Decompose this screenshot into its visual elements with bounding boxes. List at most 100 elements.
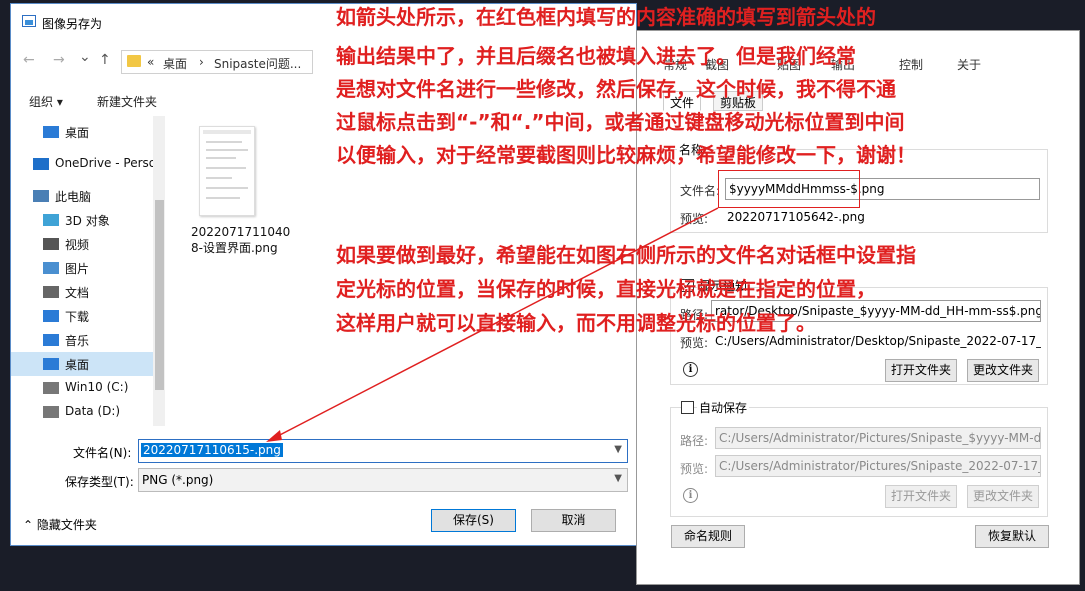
sidebar-item[interactable]: Data (D:) [11,400,153,424]
folder-icon [127,55,141,67]
filename-row: 文件名(N): 20220717110615-.png ▼ [11,438,636,464]
new-folder-button[interactable]: 新建文件夹 [97,93,157,110]
info-icon: i [683,488,698,503]
sidebar-item[interactable]: 音乐 [11,328,153,352]
3d-objects-icon [43,214,59,226]
sidebar-item-label: 图片 [65,262,90,276]
image-app-icon [22,15,36,27]
sidebar-item[interactable]: 图片 [11,256,153,280]
tab-about[interactable]: 关于 [957,56,981,73]
pictures-icon [43,262,59,274]
auto-save-path-input: C:/Users/Administrator/Pictures/Snipaste… [715,427,1041,449]
auto-save-group: 自动保存 路径: C:/Users/Administrator/Pictures… [670,399,1048,517]
annotation-line-1: 如箭头处所示，在红色框内填写的内容准确的填写到箭头处的 [336,5,876,29]
tab-control[interactable]: 控制 [899,56,923,73]
annotation-line-8: 这样用户就可以直接输入，而不用调整光标的位置了。 [336,311,816,335]
onedrive-icon [33,158,49,170]
sidebar-item[interactable]: OneDrive - Perso [11,152,157,176]
chevron-down-icon[interactable]: ▼ [614,473,622,484]
cancel-button[interactable]: 取消 [531,509,616,532]
sidebar-item[interactable]: 此电脑 [11,184,153,208]
navigation-pane: 桌面 OneDrive - Perso 此电脑 3D 对象 视频 图片 文档 下载 音乐 桌面 Wi… [11,116,166,426]
recent-locations-chevron-icon[interactable]: ⌄ [79,49,91,65]
sidebar-item-label: 桌面 [65,126,90,140]
sidebar-item[interactable]: 下载 [11,304,153,328]
auto-open-folder-button: 打开文件夹 [885,485,957,508]
organize-menu[interactable]: 组织 ▾ [29,93,63,110]
address-bar[interactable]: « 桌面 › Snipaste问题... [121,50,313,74]
sidebar-item[interactable]: Win10 (C:) [11,376,153,400]
auto-save-checkbox[interactable] [681,401,694,414]
filename-input[interactable]: 20220717110615-.png ▼ [138,439,628,463]
info-icon[interactable]: i [683,362,698,377]
chevron-down-icon[interactable]: ▼ [614,444,622,455]
drive-d-icon [43,406,59,418]
open-folder-button[interactable]: 打开文件夹 [885,359,957,382]
filetype-row: 保存类型(T): PNG (*.png) ▼ [11,468,636,494]
auto-save-preview-label: 预览: [680,462,709,476]
sidebar-item-label: 此电脑 [55,190,92,204]
sidebar-item[interactable]: 文档 [11,280,153,304]
sidebar-item-label: 视频 [65,238,90,252]
dialog-title: 图像另存为 [42,17,103,31]
chevron-up-icon: ⌃ [23,518,34,532]
file-thumbnail [199,126,255,216]
desktop-icon [43,358,59,370]
sidebar-item-label: 文档 [65,286,90,300]
auto-change-folder-button: 更改文件夹 [967,485,1039,508]
back-arrow-icon[interactable]: ← [23,52,35,68]
sidebar-item[interactable]: 桌面 [11,352,153,376]
auto-save-preview: C:/Users/Administrator/Pictures/Snipaste… [715,455,1041,477]
sidebar-item[interactable]: 3D 对象 [11,208,153,232]
filetype-value: PNG (*.png) [142,473,214,487]
nav-scrollbar-thumb[interactable] [155,200,164,390]
hide-folders-toggle[interactable]: ⌃ 隐藏文件夹 [23,516,97,533]
file-name-line-1: 2022071711040 [191,225,291,239]
filetype-label: 保存类型(T): [65,475,134,489]
sidebar-item[interactable]: 桌面 [11,120,153,144]
breadcrumb-overflow[interactable]: « [147,55,154,69]
breadcrumb-desktop[interactable]: 桌面 [163,55,187,72]
filename-preview: 20220717105642-.png [727,210,865,224]
auto-save-path-label: 路径: [680,434,709,448]
filename-label: 文件名(N): [73,446,132,460]
change-folder-button[interactable]: 更改文件夹 [967,359,1039,382]
sidebar-item-label: 下载 [65,310,90,324]
music-icon [43,334,59,346]
annotation-line-6: 如果要做到最好，希望能在如图右侧所示的文件名对话框中设置指 [336,243,916,267]
filetype-select[interactable]: PNG (*.png) ▼ [138,468,628,492]
up-arrow-icon[interactable]: ↑ [99,52,111,68]
annotation-line-2: 输出结果中了，并且后缀名也被填入进去了。但是我们经常 [336,44,856,68]
video-icon [43,238,59,250]
sidebar-item-label: 音乐 [65,334,90,348]
sidebar-item-label: 桌面 [65,358,90,372]
sidebar-item-label: 3D 对象 [65,214,110,228]
sidebar-item-label: Win10 (C:) [65,380,129,394]
sidebar-item-label: Data (D:) [65,404,121,418]
restore-defaults-button[interactable]: 恢复默认 [975,525,1049,548]
filename-selected-text[interactable]: 20220717110615-.png [141,443,283,457]
annotation-line-5: 以便输入，对于经常要截图则比较麻烦，希望能修改一下，谢谢！ [336,143,916,167]
sidebar-item[interactable]: 视频 [11,232,153,256]
documents-icon [43,286,59,298]
breadcrumb-separator: › [199,55,204,69]
naming-rules-button[interactable]: 命名规则 [671,525,745,548]
sidebar-item-label: OneDrive - Perso [55,156,157,170]
hide-folders-label: 隐藏文件夹 [36,518,97,532]
preview-label: 预览: [680,212,709,226]
annotation-line-4: 过鼠标点击到“-”和“.”中间，或者通过键盘移动光标位置到中间 [336,110,905,134]
annotation-line-3: 是想对文件名进行一些修改，然后保存，这个时候，我不得不通 [336,77,896,101]
save-button[interactable]: 保存(S) [431,509,516,532]
breadcrumb-snipaste-folder[interactable]: Snipaste问题... [214,55,301,72]
auto-save-title: 自动保存 [697,399,750,416]
file-name: 2022071711040 8-设置界面.png [191,224,301,256]
computer-icon [33,190,49,202]
download-icon [43,310,59,322]
highlight-box [718,170,860,208]
drive-c-icon [43,382,59,394]
file-name-line-2: 8-设置界面.png [191,241,278,255]
annotation-line-7: 定光标的位置，当保存的时候，直接光标就是在指定的位置， [336,277,876,301]
forward-arrow-icon[interactable]: → [53,52,65,68]
desktop-icon [43,126,59,138]
filename-label: 文件名: [680,184,721,198]
